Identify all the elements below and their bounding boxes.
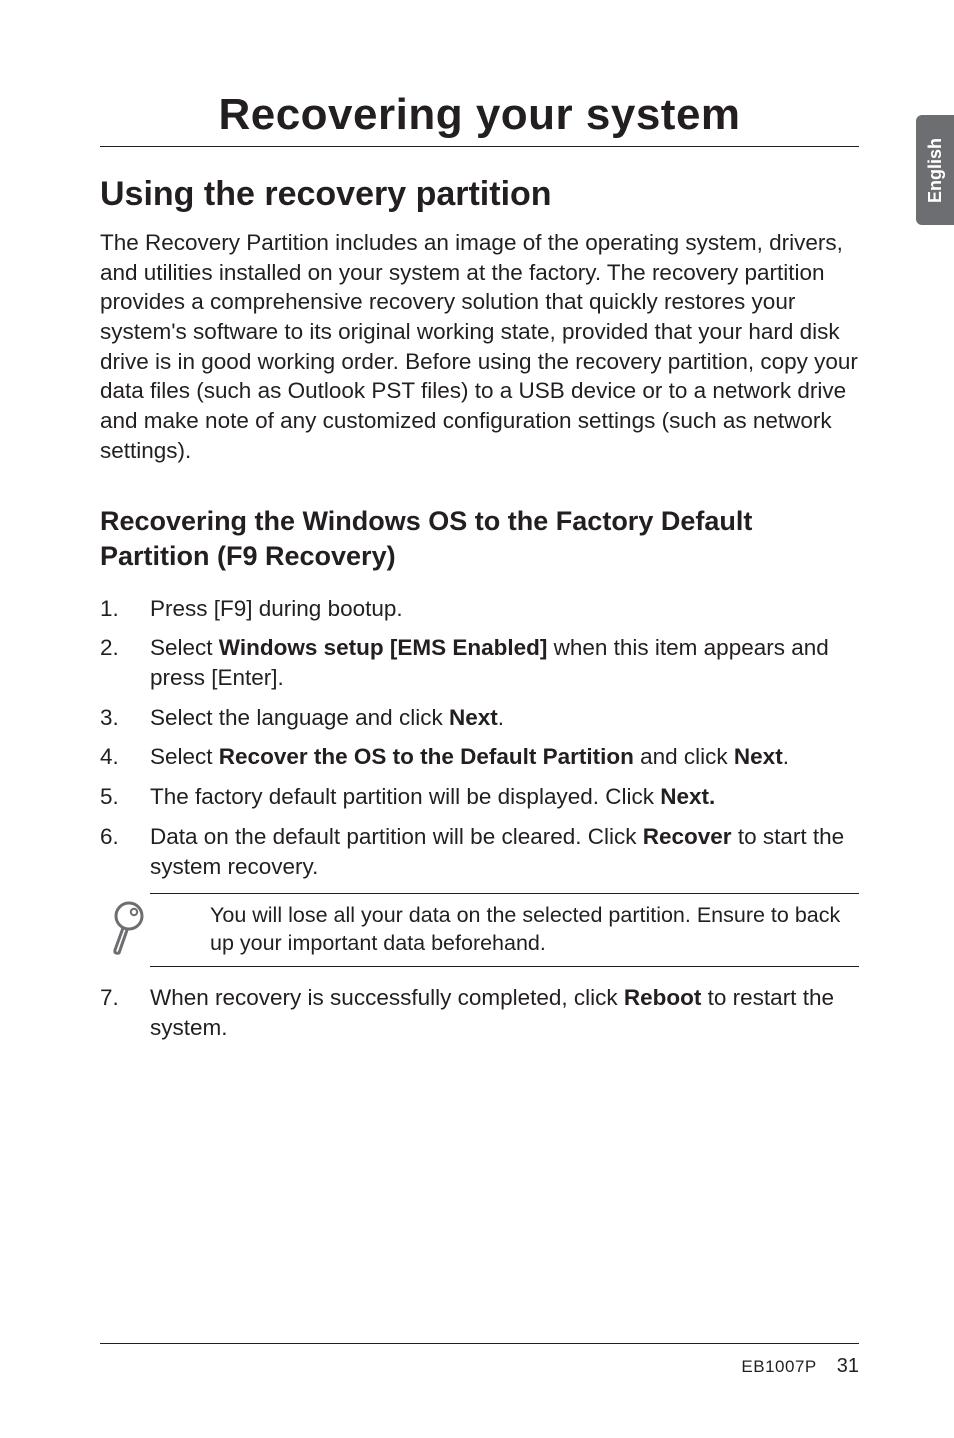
language-tab: English <box>916 115 954 225</box>
step-5: The factory default partition will be di… <box>100 782 859 812</box>
language-tab-label: English <box>925 137 946 202</box>
step-6: Data on the default partition will be cl… <box>100 822 859 881</box>
steps-list-cont: When recovery is successfully completed,… <box>100 983 859 1042</box>
section-heading: Using the recovery partition <box>100 175 859 214</box>
subsection-heading: Recovering the Windows OS to the Factory… <box>100 504 859 574</box>
step-3: Select the language and click Next. <box>100 703 859 733</box>
intro-paragraph: The Recovery Partition includes an image… <box>100 228 859 466</box>
page-title: Recovering your system <box>100 90 859 147</box>
steps-list: Press [F9] during bootup. Select Windows… <box>100 594 859 882</box>
footer-model: EB1007P <box>741 1357 816 1377</box>
page-content: Recovering your system Using the recover… <box>0 0 954 1112</box>
page-footer: EB1007P 31 <box>741 1355 859 1378</box>
step-2: Select Windows setup [EMS Enabled] when … <box>100 633 859 692</box>
step-1: Press [F9] during bootup. <box>100 594 859 624</box>
note-block: You will lose all your data on the selec… <box>150 893 859 967</box>
step-7: When recovery is successfully completed,… <box>100 983 859 1042</box>
footer-rule <box>100 1343 859 1344</box>
magnifier-icon <box>106 900 152 956</box>
note-text: You will lose all your data on the selec… <box>210 903 840 955</box>
step-4: Select Recover the OS to the Default Par… <box>100 742 859 772</box>
footer-page-number: 31 <box>837 1355 859 1378</box>
